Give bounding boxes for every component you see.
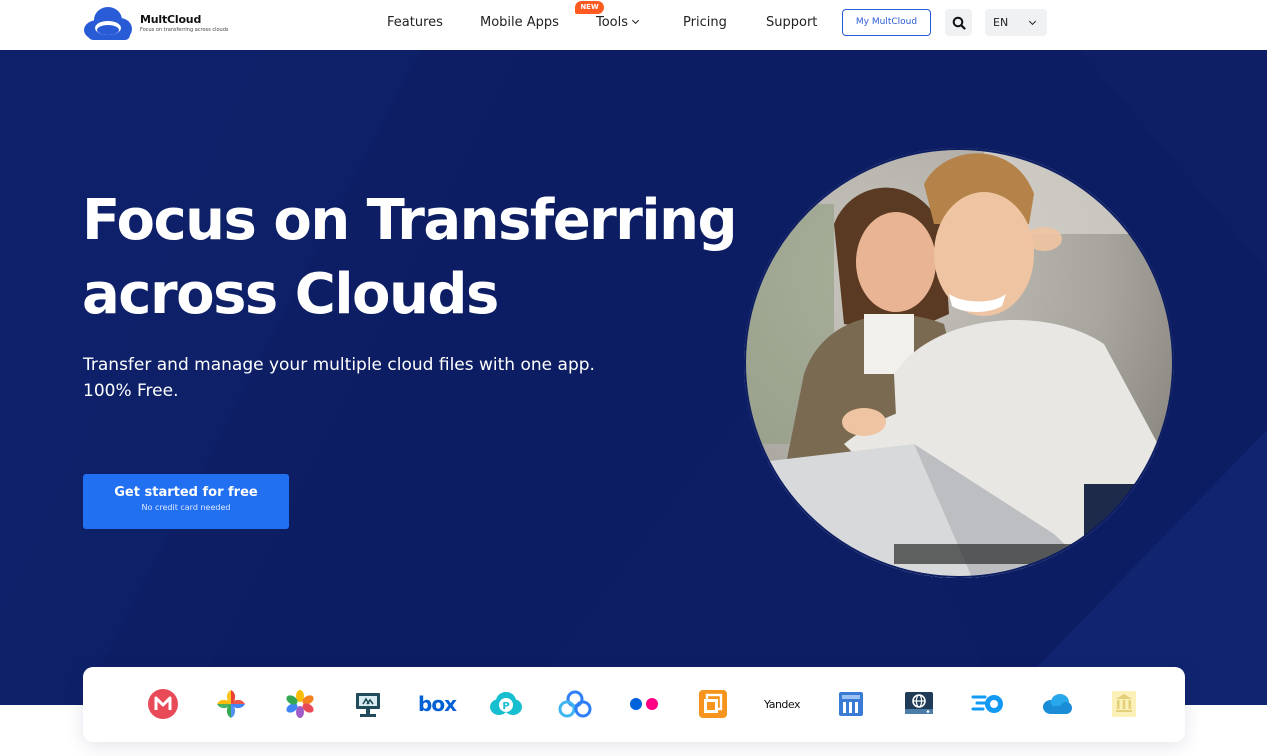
hero-subtitle-line-1: Transfer and manage your multiple cloud … (83, 355, 595, 375)
nav-tools-label: Tools (596, 15, 629, 30)
hero-subtitle-line-2: 100% Free. (83, 381, 179, 401)
supported-clouds-strip: box P Yandex (83, 667, 1185, 742)
nav-pricing[interactable]: Pricing (683, 14, 727, 32)
nav-features[interactable]: Features (387, 14, 443, 32)
hero-section: Focus on Transferring across Clouds Tran… (0, 50, 1267, 705)
hero-photo-couple-laptop (744, 148, 1174, 578)
search-icon (952, 16, 966, 30)
chevron-down-icon (1028, 17, 1037, 26)
top-navigation-bar: MultCloud Focus on transferring across c… (0, 0, 1267, 50)
ftp-icon[interactable] (350, 686, 386, 722)
svg-text:P: P (502, 701, 509, 712)
logo-name: MultCloud (140, 12, 202, 26)
box-icon[interactable]: box (417, 686, 457, 722)
flickr-icon[interactable] (626, 686, 662, 722)
yandex-wordmark: Yandex (764, 697, 800, 711)
nav-mobile-apps[interactable]: Mobile Apps (480, 14, 559, 32)
icloud-photos-icon[interactable] (282, 686, 318, 722)
cloud-logo-icon (84, 7, 132, 40)
nav-tools[interactable]: Tools (596, 14, 640, 32)
new-badge: NEW (575, 1, 604, 14)
language-label: EN (993, 16, 1009, 29)
box-wordmark: box (418, 692, 457, 716)
my-multcloud-button[interactable]: My MultCloud (842, 9, 931, 36)
yandex-icon[interactable]: Yandex (761, 686, 803, 722)
pcloud-icon[interactable]: P (488, 686, 524, 722)
onedrive-icon[interactable] (1039, 686, 1075, 722)
chevron-down-icon (631, 16, 640, 25)
hero-title-line-2: across Clouds (82, 262, 499, 327)
hero-subtitle: Transfer and manage your multiple cloud … (83, 352, 643, 404)
hero-title-line-1: Focus on Transferring (82, 188, 738, 253)
get-started-button[interactable]: Get started for free No credit card need… (83, 474, 289, 529)
hero-title: Focus on Transferring across Clouds (82, 184, 742, 332)
wasabi-icon[interactable] (833, 686, 869, 722)
get-started-label: Get started for free (114, 485, 258, 500)
backblaze-icon[interactable] (1106, 686, 1142, 722)
google-photos-icon[interactable] (213, 686, 249, 722)
nav-support[interactable]: Support (766, 14, 817, 32)
baidu-icon[interactable] (557, 686, 593, 722)
no-credit-card-note: No credit card needed (141, 503, 231, 512)
language-selector[interactable]: EN (985, 9, 1047, 36)
logo-text: MultCloud Focus on transferring across c… (140, 13, 228, 34)
page: MultCloud Focus on transferring across c… (0, 0, 1267, 756)
mediafire-icon[interactable] (970, 686, 1006, 722)
search-button[interactable] (945, 9, 972, 36)
mega-icon[interactable] (145, 686, 181, 722)
webdav-icon[interactable] (901, 686, 937, 722)
multcloud-logo[interactable]: MultCloud Focus on transferring across c… (82, 5, 228, 41)
nas-icon[interactable] (695, 686, 731, 722)
logo-tagline: Focus on transferring across clouds (140, 26, 229, 33)
